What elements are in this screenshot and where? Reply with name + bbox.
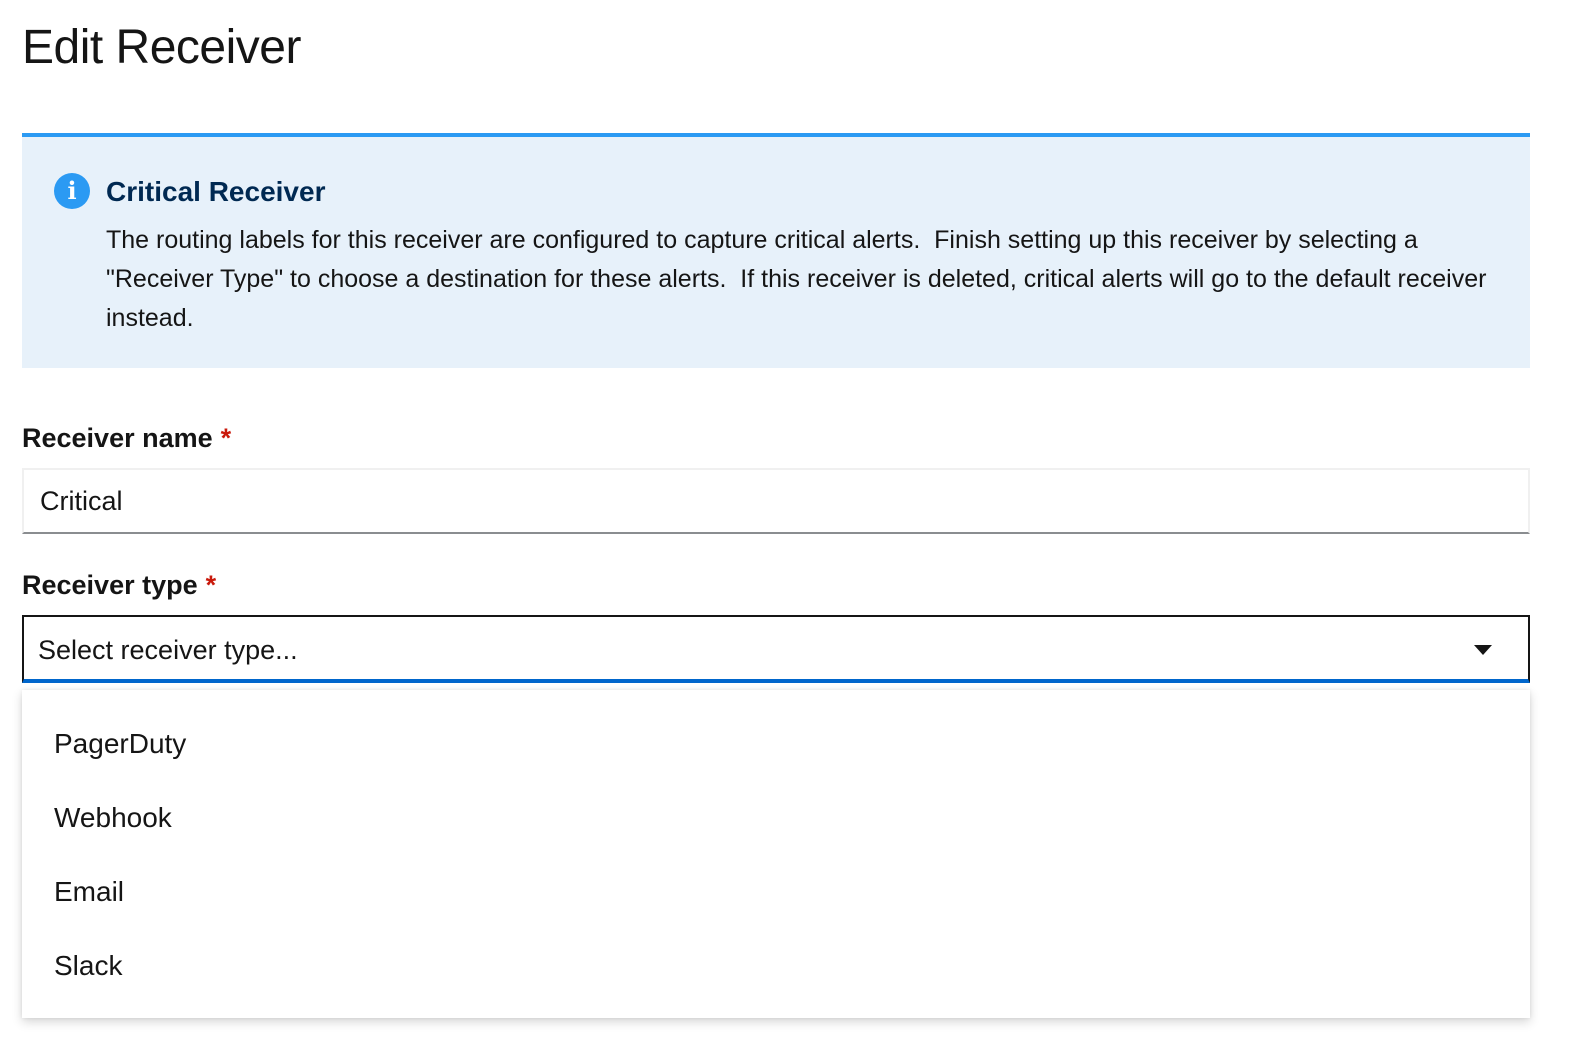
receiver-type-label: Receiver type * (22, 568, 216, 602)
receiver-type-placeholder: Select receiver type... (38, 635, 298, 665)
required-indicator: * (205, 570, 217, 600)
receiver-type-select[interactable]: Select receiver type... (22, 615, 1530, 683)
receiver-type-label-text: Receiver type (22, 570, 198, 600)
receiver-type-menu: PagerDuty Webhook Email Slack (22, 690, 1530, 1018)
caret-down-icon (1474, 645, 1492, 655)
page-title: Edit Receiver (22, 21, 301, 74)
alert-description: The routing labels for this receiver are… (106, 226, 1494, 332)
receiver-type-option-webhook[interactable]: Webhook (22, 781, 1530, 855)
receiver-name-label: Receiver name * (22, 421, 231, 455)
required-indicator: * (220, 423, 232, 453)
alert-title: Critical Receiver (106, 176, 326, 207)
edit-receiver-page: Edit Receiver i Critical Receiver The ro… (0, 0, 1570, 1064)
receiver-type-option-pagerduty[interactable]: PagerDuty (22, 707, 1530, 781)
info-circle-icon: i (54, 173, 90, 209)
receiver-name-label-text: Receiver name (22, 423, 213, 453)
receiver-name-input[interactable] (22, 468, 1530, 534)
info-alert: i Critical Receiver The routing labels f… (22, 133, 1530, 368)
receiver-type-option-email[interactable]: Email (22, 855, 1530, 929)
receiver-type-option-slack[interactable]: Slack (22, 929, 1530, 1003)
